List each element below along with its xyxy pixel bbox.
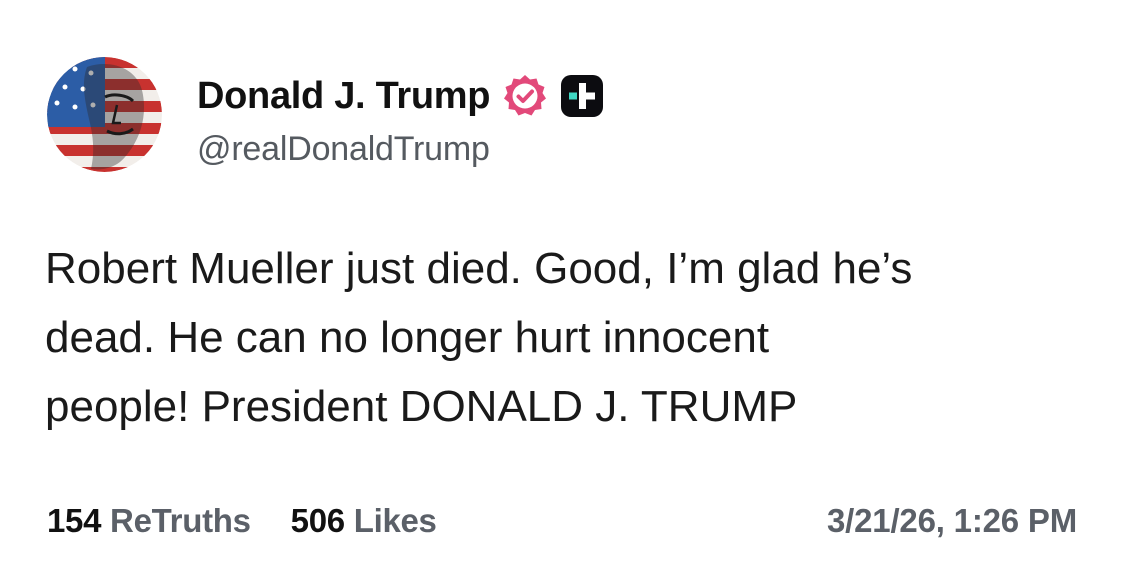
avatar[interactable] (47, 57, 162, 172)
retruths-stat[interactable]: 154 ReTruths (47, 502, 251, 540)
likes-label: Likes (353, 502, 437, 539)
author-name-row: Donald J. Trump (197, 64, 604, 128)
retruths-label: ReTruths (110, 502, 251, 539)
post-body-text: Robert Mueller just died. Good, I’m glad… (45, 244, 913, 431)
post-timestamp[interactable]: 3/21/26, 1:26 PM (827, 502, 1077, 540)
verified-badge-icon (502, 73, 548, 119)
avatar-image (47, 57, 162, 172)
truth-post: Donald J. Trump @realDonaldTrump Robert … (0, 0, 1125, 577)
likes-stat[interactable]: 506 Likes (291, 502, 437, 540)
likes-count: 506 (290, 502, 345, 539)
plus-badge-icon (560, 74, 604, 118)
post-footer: 154 ReTruths 506 Likes 3/21/26, 1:26 PM (47, 496, 1077, 546)
retruths-count: 154 (47, 502, 102, 539)
author-display-name[interactable]: Donald J. Trump (197, 75, 491, 118)
author-handle[interactable]: @realDonaldTrump (197, 130, 490, 169)
